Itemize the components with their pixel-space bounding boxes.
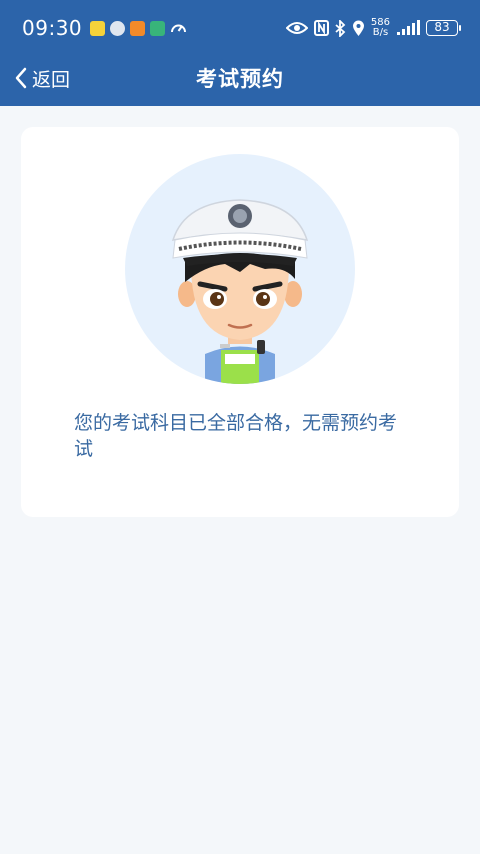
network-speed: 586 B/s xyxy=(371,18,390,38)
app-notification-icon xyxy=(90,20,106,36)
battery-indicator: 83 xyxy=(426,20,461,36)
police-avatar-illustration xyxy=(125,154,355,384)
net-speed-unit: B/s xyxy=(372,27,389,38)
result-card: 您的考试科目已全部合格，无需预约考试 xyxy=(21,127,459,517)
eye-icon xyxy=(285,22,308,34)
status-bar: 09:30 586 B/s 83 xyxy=(0,0,480,56)
nfc-icon xyxy=(313,20,329,36)
location-icon xyxy=(352,20,364,36)
back-button[interactable]: 返回 xyxy=(14,62,70,94)
back-label: 返回 xyxy=(32,68,71,91)
system-icons: 586 B/s 83 xyxy=(285,18,461,38)
signal-icon xyxy=(397,20,420,35)
browser-notification-icon xyxy=(110,20,126,36)
status-message: 您的考试科目已全部合格，无需预约考试 xyxy=(74,412,398,460)
navigation-bar: 返回 考试预约 xyxy=(0,56,480,100)
traffic-police-avatar-icon xyxy=(125,154,355,384)
page-title: 考试预约 xyxy=(196,67,284,91)
green-app-notification-icon xyxy=(150,20,166,36)
bluetooth-icon xyxy=(335,19,346,37)
app-header: 09:30 586 B/s 83 返回 考试预约 xyxy=(0,0,480,106)
speedometer-icon xyxy=(171,24,187,32)
notification-icons xyxy=(90,20,187,37)
status-time: 09:30 xyxy=(22,16,83,40)
shop-notification-icon xyxy=(130,20,146,36)
chevron-left-icon xyxy=(15,67,27,89)
